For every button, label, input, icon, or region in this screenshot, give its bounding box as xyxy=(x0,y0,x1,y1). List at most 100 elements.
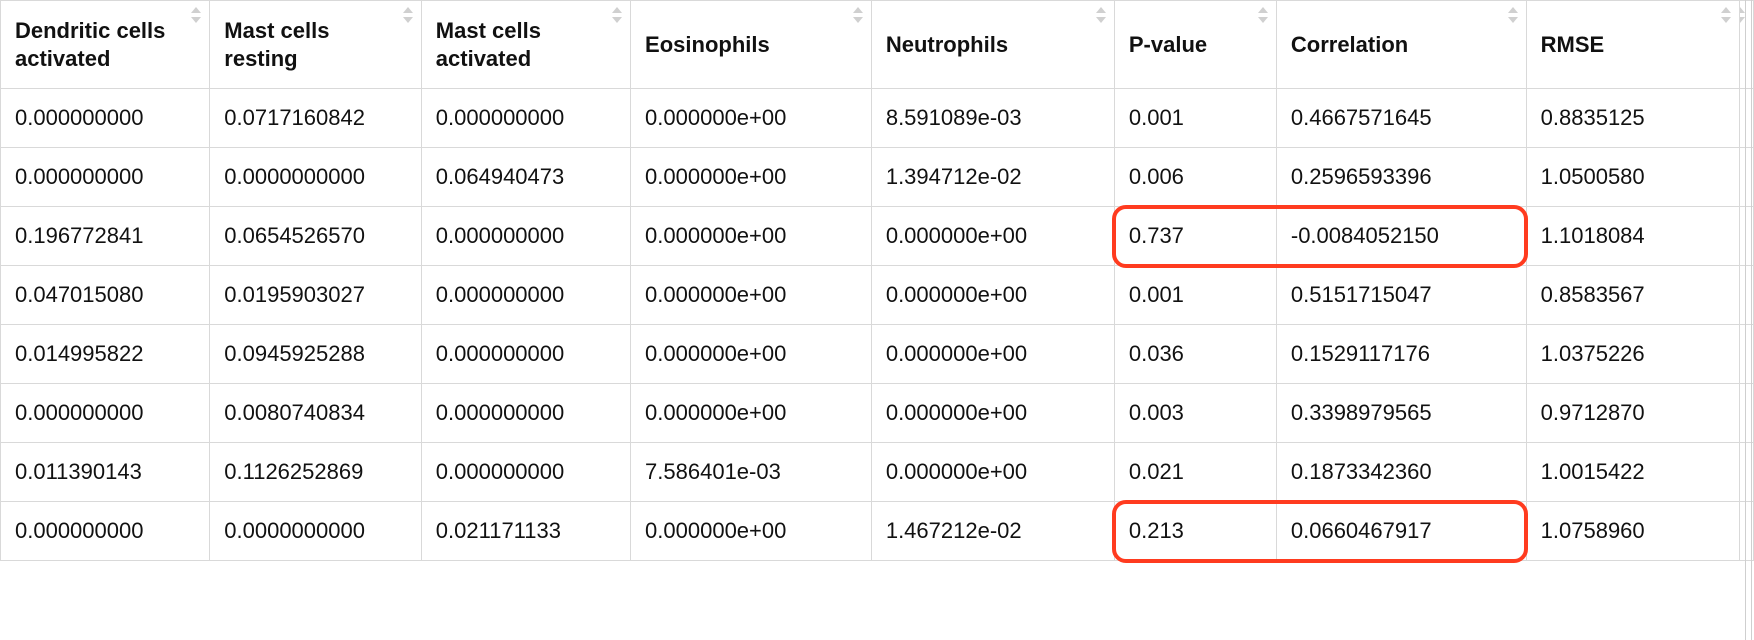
table-cell: 0.036 xyxy=(1114,325,1276,384)
table-cell: 0.000000e+00 xyxy=(871,443,1114,502)
table-cell: 0.000000000 xyxy=(1,502,210,561)
table-cell: 1.467212e-02 xyxy=(871,502,1114,561)
col-header-mast-cells-resting[interactable]: Mast cells resting xyxy=(210,1,422,89)
table-row[interactable]: 0.0000000000.07171608420.0000000000.0000… xyxy=(1,89,1754,148)
table-cell: 0.000000000 xyxy=(1,89,210,148)
sort-icon[interactable] xyxy=(1740,5,1747,27)
table-cell: 0.021 xyxy=(1114,443,1276,502)
col-header-label: Mast cells activated xyxy=(436,18,541,71)
table-cell-pad xyxy=(1740,443,1754,502)
col-header-label: Mast cells resting xyxy=(224,18,329,71)
table-cell: 0.000000e+00 xyxy=(871,266,1114,325)
table-cell-pad xyxy=(1740,89,1754,148)
table-cell-pad xyxy=(1740,148,1754,207)
table-cell: 0.000000e+00 xyxy=(871,207,1114,266)
table-cell: 0.0080740834 xyxy=(210,384,422,443)
table-cell: 0.0945925288 xyxy=(210,325,422,384)
col-header-correlation[interactable]: Correlation xyxy=(1276,1,1526,89)
table-cell: 1.394712e-02 xyxy=(871,148,1114,207)
sort-icon[interactable] xyxy=(1094,5,1108,27)
table-cell: 0.000000000 xyxy=(421,207,630,266)
table-row[interactable]: 0.0470150800.01959030270.0000000000.0000… xyxy=(1,266,1754,325)
col-header-label: Eosinophils xyxy=(645,32,770,57)
table-cell: 8.591089e-03 xyxy=(871,89,1114,148)
table-cell-pad xyxy=(1740,207,1754,266)
table-cell: 0.1126252869 xyxy=(210,443,422,502)
col-header-rmse[interactable]: RMSE xyxy=(1526,1,1740,89)
table-row[interactable]: 0.0000000000.00000000000.0649404730.0000… xyxy=(1,148,1754,207)
data-table: Dendritic cells activated Mast cells res… xyxy=(0,0,1754,561)
table-cell: 1.0375226 xyxy=(1526,325,1740,384)
table-cell: 0.4667571645 xyxy=(1276,89,1526,148)
table-cell: 0.213 xyxy=(1114,502,1276,561)
table-cell-pad xyxy=(1740,325,1754,384)
table-cell: 0.000000e+00 xyxy=(631,384,872,443)
table-cell: 1.0015422 xyxy=(1526,443,1740,502)
sort-icon[interactable] xyxy=(1719,5,1733,27)
table-cell: 0.000000000 xyxy=(421,266,630,325)
sort-icon[interactable] xyxy=(189,5,203,27)
table-cell: 0.001 xyxy=(1114,89,1276,148)
table-cell: 0.001 xyxy=(1114,266,1276,325)
table-cell: 0.9712870 xyxy=(1526,384,1740,443)
col-header-label: RMSE xyxy=(1541,32,1605,57)
table-cell: 0.014995822 xyxy=(1,325,210,384)
table-row[interactable]: 0.1967728410.06545265700.000000000 0.0000… xyxy=(1,207,1754,266)
col-header-extra[interactable] xyxy=(1740,1,1754,89)
table-cell: -0.0084052150 xyxy=(1276,207,1526,266)
col-header-label: Dendritic cells activated xyxy=(15,18,165,71)
table-cell: 0.064940473 xyxy=(421,148,630,207)
table-cell: 0.000000000 xyxy=(421,89,630,148)
col-header-label: P-value xyxy=(1129,32,1207,57)
table-cell: 0.011390143 xyxy=(1,443,210,502)
col-header-p-value[interactable]: P-value xyxy=(1114,1,1276,89)
table-cell: 0.021171133 xyxy=(421,502,630,561)
table-row[interactable]: 0.0149958220.09459252880.0000000000.0000… xyxy=(1,325,1754,384)
table-row[interactable]: 0.0000000000.00807408340.0000000000.0000… xyxy=(1,384,1754,443)
table-cell: 0.000000000 xyxy=(1,384,210,443)
data-table-container: Dendritic cells activated Mast cells res… xyxy=(0,0,1754,640)
table-cell: 0.5151715047 xyxy=(1276,266,1526,325)
table-cell: 0.0000000000 xyxy=(210,502,422,561)
table-cell: 0.006 xyxy=(1114,148,1276,207)
table-cell: 0.0654526570 xyxy=(210,207,422,266)
col-header-dendritic-cells-activated[interactable]: Dendritic cells activated xyxy=(1,1,210,89)
table-cell: 0.000000e+00 xyxy=(871,384,1114,443)
table-cell: 0.2596593396 xyxy=(1276,148,1526,207)
sort-icon[interactable] xyxy=(851,5,865,27)
table-cell: 1.0500580 xyxy=(1526,148,1740,207)
table-cell: 0.000000e+00 xyxy=(631,502,872,561)
table-row[interactable]: 0.0000000000.00000000000.0211711330.0000… xyxy=(1,502,1754,561)
table-cell: 0.003 xyxy=(1114,384,1276,443)
table-cell: 1.1018084 xyxy=(1526,207,1740,266)
table-cell: 0.000000e+00 xyxy=(631,89,872,148)
table-cell: 0.000000000 xyxy=(421,384,630,443)
table-cell: 0.000000e+00 xyxy=(871,325,1114,384)
table-cell-pad xyxy=(1740,502,1754,561)
table-cell: 0.000000000 xyxy=(421,325,630,384)
table-cell: 0.000000000 xyxy=(421,443,630,502)
table-cell: 1.0758960 xyxy=(1526,502,1740,561)
col-header-neutrophils[interactable]: Neutrophils xyxy=(871,1,1114,89)
table-row[interactable]: 0.0113901430.11262528690.0000000007.5864… xyxy=(1,443,1754,502)
sort-icon[interactable] xyxy=(1256,5,1270,27)
table-cell: 0.000000e+00 xyxy=(631,148,872,207)
table-cell: 0.1873342360 xyxy=(1276,443,1526,502)
table-cell: 0.3398979565 xyxy=(1276,384,1526,443)
table-cell: 0.196772841 xyxy=(1,207,210,266)
table-cell: 7.586401e-03 xyxy=(631,443,872,502)
table-cell: 0.0717160842 xyxy=(210,89,422,148)
col-header-mast-cells-activated[interactable]: Mast cells activated xyxy=(421,1,630,89)
table-cell: 0.047015080 xyxy=(1,266,210,325)
table-cell-pad xyxy=(1740,384,1754,443)
sort-icon[interactable] xyxy=(1506,5,1520,27)
table-cell: 0.0660467917 xyxy=(1276,502,1526,561)
sort-icon[interactable] xyxy=(610,5,624,27)
table-cell: 0.000000e+00 xyxy=(631,266,872,325)
table-cell: 0.0000000000 xyxy=(210,148,422,207)
col-header-eosinophils[interactable]: Eosinophils xyxy=(631,1,872,89)
sort-icon[interactable] xyxy=(401,5,415,27)
col-header-label: Correlation xyxy=(1291,32,1408,57)
col-header-label: Neutrophils xyxy=(886,32,1008,57)
table-cell: 0.000000e+00 xyxy=(631,325,872,384)
